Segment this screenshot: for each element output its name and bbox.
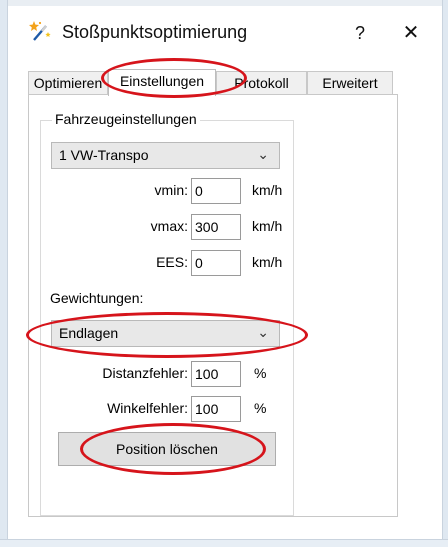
magic-wand-icon <box>29 21 51 41</box>
close-button[interactable]: ✕ <box>388 16 434 50</box>
vmax-input[interactable]: 300 <box>191 214 241 240</box>
window-left-border <box>0 0 8 547</box>
distance-error-unit: % <box>254 365 267 381</box>
tab-erweitert[interactable]: Erweitert <box>307 71 393 95</box>
tab-einstellungen[interactable]: Einstellungen <box>108 69 216 96</box>
tab-strip: Optimieren Einstellungen Protokoll Erwei… <box>28 69 398 96</box>
window-right-border <box>442 0 448 547</box>
angle-error-label: Winkelfehler: <box>107 400 188 416</box>
vehicle-select-value: 1 VW-Transpo <box>59 147 149 163</box>
vmin-input[interactable]: 0 <box>191 178 241 204</box>
angle-error-unit: % <box>254 400 267 416</box>
ees-label: EES: <box>156 254 188 270</box>
tab-protokoll[interactable]: Protokoll <box>216 71 307 95</box>
window-bottom-border <box>0 539 448 547</box>
chevron-down-icon: ⌄ <box>257 146 269 162</box>
weighting-select[interactable]: Endlagen ⌄ <box>51 320 280 347</box>
vehicle-select[interactable]: 1 VW-Transpo ⌄ <box>51 142 280 169</box>
ees-unit: km/h <box>252 254 283 270</box>
vmin-label: vmin: <box>154 182 188 198</box>
chevron-down-icon: ⌄ <box>257 324 269 340</box>
dialog-window: Stoßpunktsoptimierung ? ✕ Optimieren Ein… <box>0 0 448 547</box>
title-bar: Stoßpunktsoptimierung ? ✕ <box>8 6 442 56</box>
vmax-label: vmax: <box>150 218 188 234</box>
vmax-unit: km/h <box>252 218 283 234</box>
window-title: Stoßpunktsoptimierung <box>62 22 248 42</box>
vmin-unit: km/h <box>252 182 283 198</box>
vehicle-settings-label: Fahrzeugeinstellungen <box>52 111 200 127</box>
distance-error-label: Distanzfehler: <box>102 365 188 381</box>
ees-input[interactable]: 0 <box>191 250 241 276</box>
angle-error-input[interactable]: 100 <box>191 396 241 422</box>
distance-error-input[interactable]: 100 <box>191 361 241 387</box>
tab-optimieren[interactable]: Optimieren <box>28 71 108 95</box>
clear-position-button[interactable]: Position löschen <box>58 432 276 466</box>
weighting-select-value: Endlagen <box>59 325 119 341</box>
weighting-label: Gewichtungen: <box>50 290 144 306</box>
help-button[interactable]: ? <box>340 16 380 50</box>
